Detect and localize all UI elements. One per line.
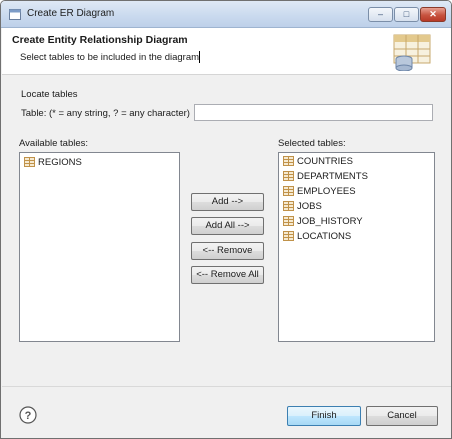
- table-name: REGIONS: [38, 157, 82, 168]
- dialog-header: Create Entity Relationship Diagram Selec…: [2, 28, 451, 75]
- add-button[interactable]: Add -->: [191, 193, 264, 211]
- list-item[interactable]: JOBS: [283, 200, 322, 214]
- table-icon: [24, 157, 35, 167]
- close-button[interactable]: ✕: [420, 7, 446, 22]
- list-item[interactable]: REGIONS: [24, 156, 82, 170]
- header-title: Create Entity Relationship Diagram: [12, 34, 188, 46]
- table-icon: [283, 231, 294, 241]
- table-name: LOCATIONS: [297, 231, 352, 242]
- minimize-button[interactable]: –: [368, 7, 393, 22]
- text-caret: [199, 51, 200, 63]
- selected-tables-list[interactable]: COUNTRIES DEPARTMENTS EMPLOYEES JOBS JOB…: [278, 152, 435, 342]
- table-name: COUNTRIES: [297, 156, 353, 167]
- table-icon: [283, 216, 294, 226]
- maximize-button[interactable]: □: [394, 7, 419, 22]
- locate-tables-label: Locate tables: [21, 89, 78, 100]
- table-filter-label: Table: (* = any string, ? = any characte…: [21, 108, 190, 119]
- finish-button[interactable]: Finish: [287, 406, 361, 426]
- table-name: JOBS: [297, 201, 322, 212]
- svg-text:?: ?: [25, 410, 32, 422]
- list-item[interactable]: EMPLOYEES: [283, 185, 356, 199]
- list-item[interactable]: JOB_HISTORY: [283, 215, 363, 229]
- table-icon: [283, 201, 294, 211]
- header-description: Select tables to be included in the diag…: [20, 52, 200, 63]
- table-name: DEPARTMENTS: [297, 171, 368, 182]
- cancel-button[interactable]: Cancel: [366, 406, 438, 426]
- remove-all-button[interactable]: <-- Remove All: [191, 266, 264, 284]
- list-item[interactable]: LOCATIONS: [283, 230, 351, 244]
- table-filter-input[interactable]: [194, 104, 433, 121]
- list-item[interactable]: DEPARTMENTS: [283, 170, 368, 184]
- window-title: Create ER Diagram: [27, 8, 115, 19]
- available-tables-label: Available tables:: [19, 138, 89, 149]
- selected-tables-label: Selected tables:: [278, 138, 346, 149]
- table-name: EMPLOYEES: [297, 186, 356, 197]
- remove-button[interactable]: <-- Remove: [191, 242, 264, 260]
- table-icon: [283, 171, 294, 181]
- help-icon[interactable]: ?: [19, 406, 37, 424]
- app-icon: [9, 9, 21, 20]
- footer-divider: [2, 386, 451, 387]
- table-icon: [283, 156, 294, 166]
- er-diagram-dialog: Create ER Diagram – □ ✕ Create Entity Re…: [0, 0, 452, 439]
- table-name: JOB_HISTORY: [297, 216, 363, 227]
- add-all-button[interactable]: Add All -->: [191, 217, 264, 235]
- available-tables-list[interactable]: REGIONS: [19, 152, 180, 342]
- database-table-icon: [393, 34, 431, 71]
- table-icon: [283, 186, 294, 196]
- title-bar[interactable]: Create ER Diagram – □ ✕: [1, 1, 451, 28]
- list-item[interactable]: COUNTRIES: [283, 155, 353, 169]
